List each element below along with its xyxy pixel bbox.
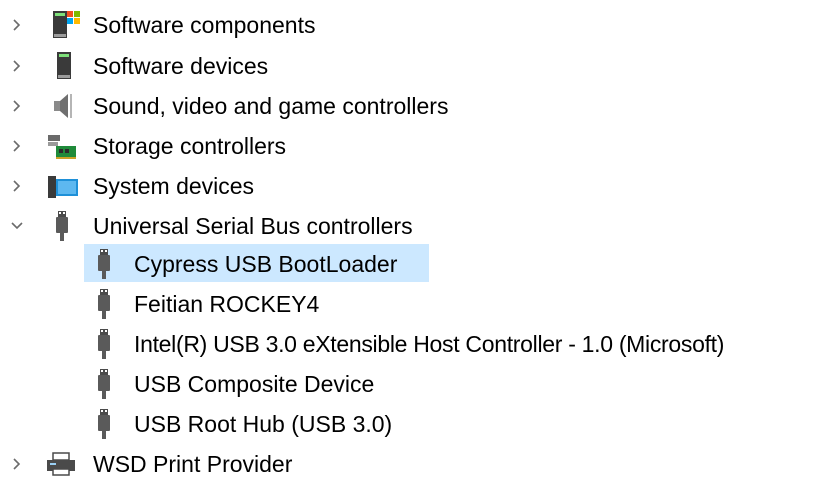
usb-icon <box>98 329 110 359</box>
tree-item-label: WSD Print Provider <box>93 451 293 477</box>
chevron-right-icon[interactable] <box>8 177 26 195</box>
tree-item-sound-video-game[interactable]: Sound, video and game controllers <box>0 88 520 124</box>
tree-item-label: Universal Serial Bus controllers <box>93 213 413 239</box>
speaker-icon <box>54 94 72 118</box>
tree-item-feitian-rockey4[interactable]: Feitian ROCKEY4 <box>0 286 420 322</box>
chevron-right-icon[interactable] <box>8 97 26 115</box>
usb-icon <box>98 409 110 439</box>
tree-item-cypress-usb-bootloader[interactable]: Cypress USB BootLoader <box>0 246 440 282</box>
tree-item-storage-controllers[interactable]: Storage controllers <box>0 128 420 164</box>
tree-item-software-devices[interactable]: Software devices <box>0 48 420 84</box>
tree-item-label: Sound, video and game controllers <box>93 93 449 119</box>
usb-icon <box>98 249 110 279</box>
chevron-right-icon[interactable] <box>8 57 26 75</box>
tree-item-label: System devices <box>93 173 255 199</box>
tree-item-usb-root-hub[interactable]: USB Root Hub (USB 3.0) <box>0 406 420 442</box>
tree-item-label: Software components <box>93 12 316 38</box>
tree-item-label: USB Root Hub (USB 3.0) <box>134 411 393 437</box>
chevron-right-icon[interactable] <box>8 455 26 473</box>
tree-item-software-components[interactable]: Software components <box>0 7 420 43</box>
tree-item-intel-usb3-host-controller[interactable]: Intel(R) USB 3.0 eXtensible Host Control… <box>0 326 821 362</box>
chevron-right-icon[interactable] <box>8 16 26 34</box>
system-devices-icon <box>48 176 78 198</box>
tree-item-usb-composite-device[interactable]: USB Composite Device <box>0 366 420 402</box>
usb-icon <box>98 289 110 319</box>
software-components-icon <box>53 11 80 38</box>
tree-item-label: Storage controllers <box>93 133 287 159</box>
software-devices-icon <box>57 52 71 79</box>
tree-item-label: USB Composite Device <box>134 371 375 397</box>
tree-item-usb-controllers[interactable]: Universal Serial Bus controllers <box>0 208 480 244</box>
chevron-down-icon[interactable] <box>8 217 26 235</box>
tree-item-label: Cypress USB BootLoader <box>134 251 398 277</box>
tree-item-system-devices[interactable]: System devices <box>0 168 420 204</box>
usb-icon <box>56 211 68 241</box>
storage-controller-icon <box>48 135 76 159</box>
tree-item-label: Intel(R) USB 3.0 eXtensible Host Control… <box>134 331 725 357</box>
chevron-right-icon[interactable] <box>8 137 26 155</box>
printer-icon <box>47 452 75 476</box>
tree-item-wsd-print-provider[interactable]: WSD Print Provider <box>0 446 420 479</box>
tree-item-label: Software devices <box>93 53 269 79</box>
device-tree: Software components Software devices Sou… <box>0 0 821 479</box>
usb-icon <box>98 369 110 399</box>
tree-item-label: Feitian ROCKEY4 <box>134 291 320 317</box>
